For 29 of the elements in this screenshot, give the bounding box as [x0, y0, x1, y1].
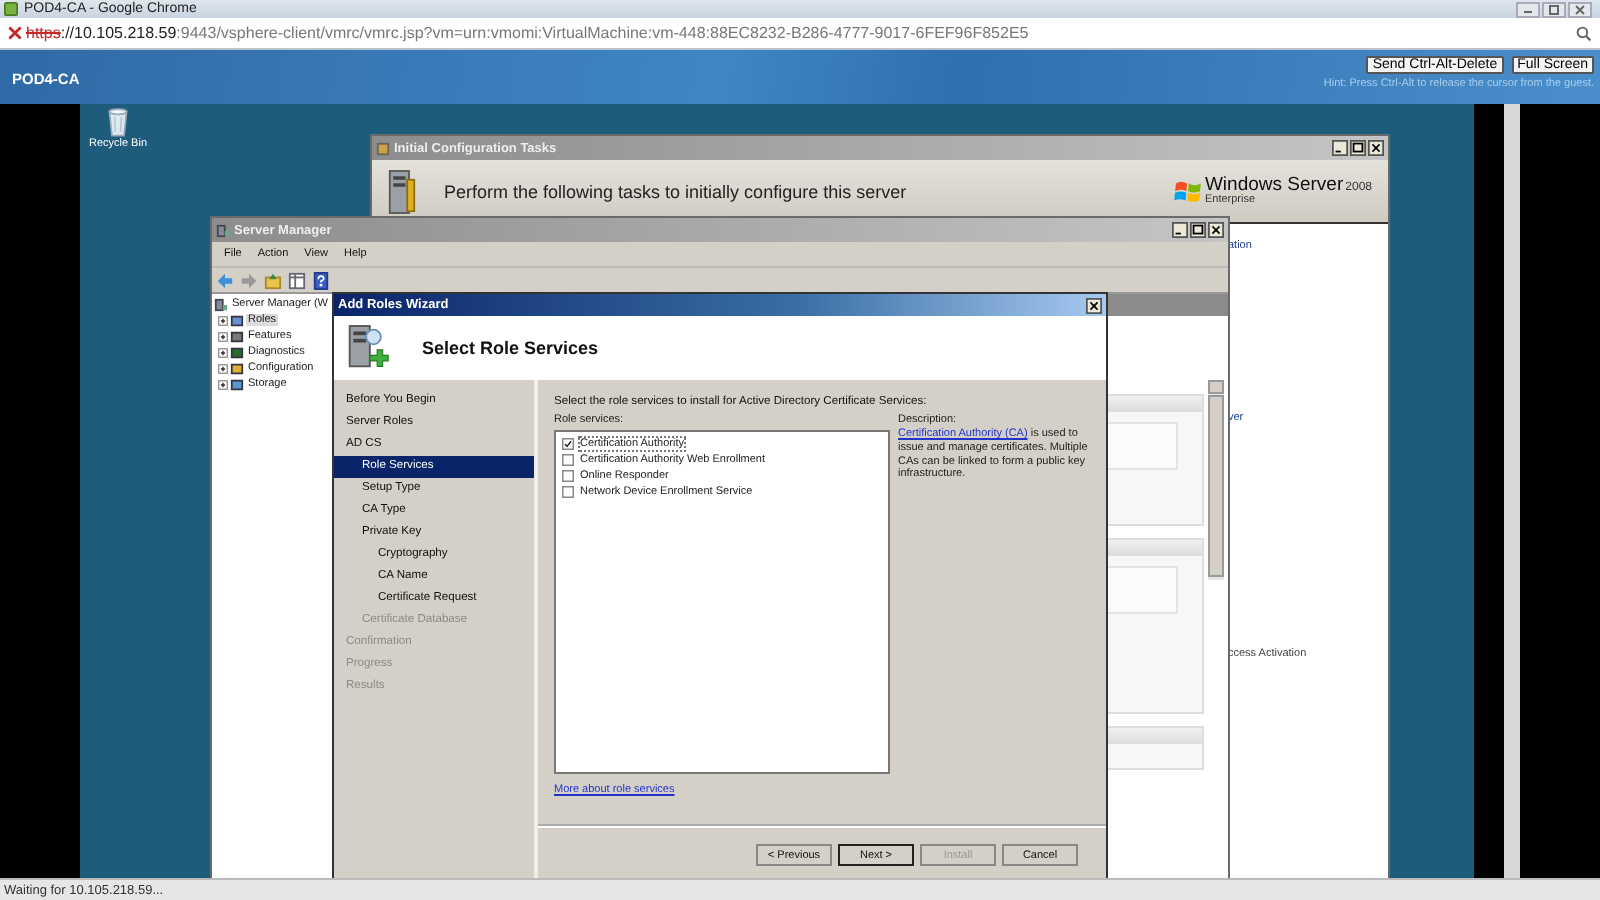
help-icon[interactable] — [312, 271, 330, 289]
search-icon[interactable] — [1576, 25, 1592, 41]
recycle-bin-icon[interactable] — [106, 106, 130, 138]
checkbox[interactable] — [562, 486, 574, 498]
expand-icon[interactable] — [218, 315, 228, 325]
checkbox[interactable] — [562, 438, 574, 450]
checkbox[interactable] — [562, 470, 574, 482]
server-add-icon — [346, 324, 390, 372]
expand-icon[interactable] — [218, 331, 228, 341]
address-bar[interactable]: https://10.105.218.59:9443/vsphere-client/vmrc/vmrc.jsp?vm=urn:vmomi:VirtualMachine:vm-448:88EC8232-B286-4777-9017-6FEF96F852E5 — [0, 18, 1600, 50]
page-heading: Perform the following tasks to initially configure this server — [444, 181, 907, 201]
expand-icon[interactable] — [218, 347, 228, 357]
folder-up-icon[interactable] — [264, 271, 282, 289]
console-tree-icon[interactable] — [288, 271, 306, 289]
server-icon — [388, 167, 416, 215]
scroll-bar[interactable] — [1208, 380, 1224, 580]
expand-icon[interactable] — [218, 363, 228, 373]
server-manager-icon — [214, 297, 228, 311]
server-manager-icon — [216, 223, 230, 237]
minimize-button[interactable] — [1516, 1, 1540, 17]
expand-icon[interactable] — [218, 379, 228, 389]
close-button[interactable] — [1086, 297, 1102, 313]
wizard-heading: Select Role Services — [422, 338, 599, 358]
windows-logo-icon — [1174, 179, 1203, 203]
tasks-icon — [376, 141, 390, 155]
browser-icon — [4, 2, 18, 16]
product-name: Windows Server — [1204, 176, 1344, 195]
checkbox[interactable] — [562, 454, 574, 466]
url-text: https://10.105.218.59:9443/vsphere-client/vmrc/vmrc.jsp?vm=urn:vmomi:VirtualMachine:vm-448:88EC8232-B286-4777-9017-6FEF96F852E5 — [26, 24, 1029, 42]
